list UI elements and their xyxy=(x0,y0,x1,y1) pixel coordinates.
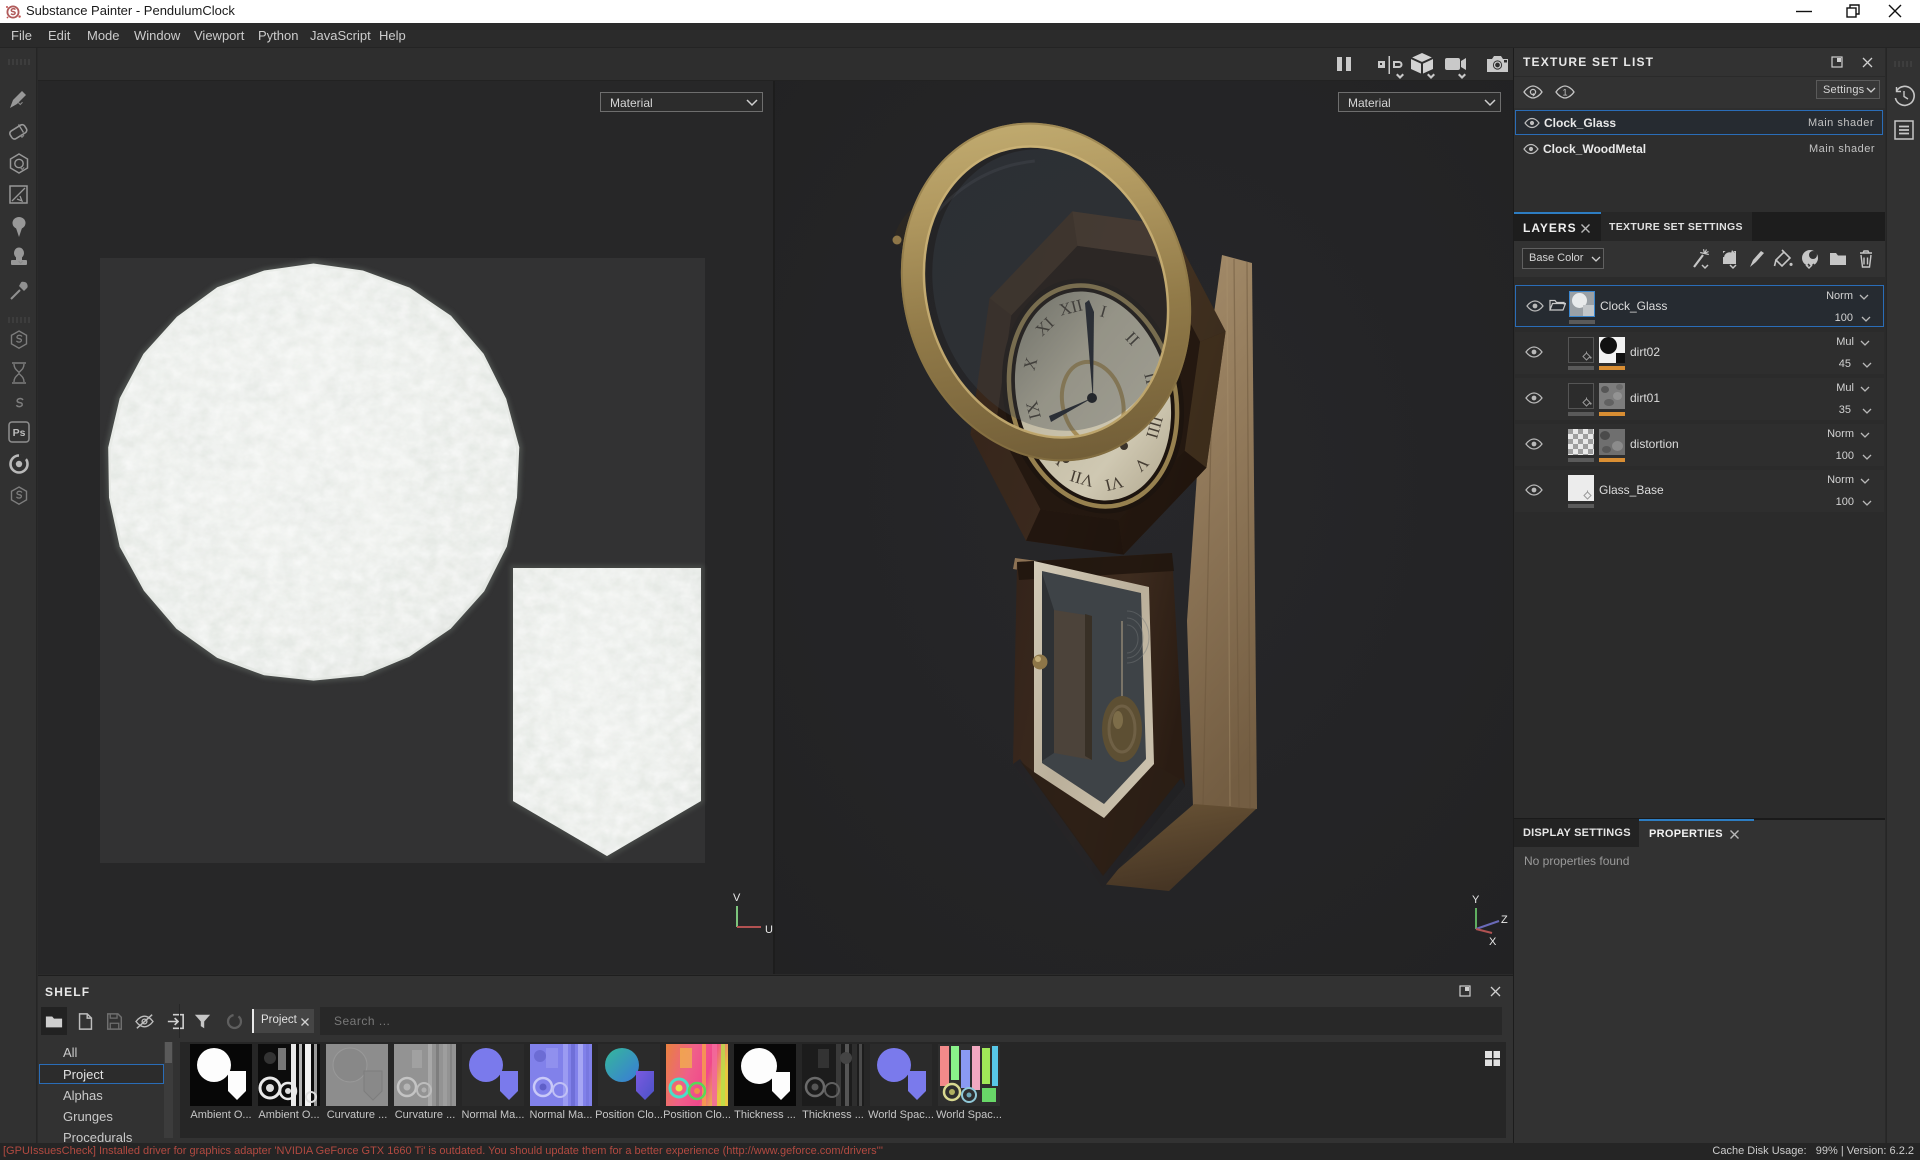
svg-text:U: U xyxy=(765,924,773,936)
svg-text:X: X xyxy=(1489,936,1497,948)
svg-text:Y: Y xyxy=(1472,894,1480,906)
svg-text:Ps: Ps xyxy=(13,427,26,439)
svg-text:1: 1 xyxy=(1562,88,1567,98)
svg-text:Z: Z xyxy=(1501,914,1508,926)
svg-text:V: V xyxy=(733,892,741,904)
